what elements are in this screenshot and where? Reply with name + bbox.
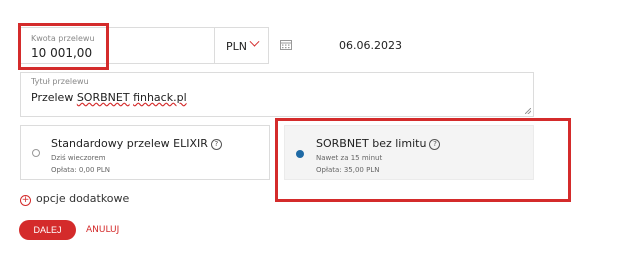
transfer-title-label: Tytuł przelewu — [31, 77, 89, 86]
option-elixir-fee: Opłata: 0,00 PLN — [51, 166, 111, 174]
title-word: Przelew — [31, 91, 74, 104]
currency-value: PLN — [226, 40, 247, 53]
transfer-title-input[interactable]: Przelew SORBNET finhack.pl — [31, 91, 187, 104]
transfer-date[interactable]: 06.06.2023 — [339, 39, 402, 52]
option-elixir-title: Standardowy przelew ELIXIR? — [51, 137, 222, 150]
help-icon[interactable]: ? — [429, 139, 441, 150]
option-elixir[interactable]: Standardowy przelew ELIXIR? Dziś wieczor… — [20, 125, 270, 180]
option-sorbnet-time: Nawet za 15 minut — [316, 154, 383, 162]
radio-elixir[interactable] — [32, 149, 40, 157]
chevron-down-icon — [249, 36, 260, 47]
additional-options-label: opcje dodatkowe — [36, 192, 130, 205]
option-sorbnet-fee: Opłata: 35,00 PLN — [316, 166, 380, 174]
amount-label: Kwota przelewu — [31, 34, 95, 43]
amount-field[interactable]: Kwota przelewu 10 001,00 — [20, 27, 214, 64]
amount-input[interactable]: 10 001,00 — [31, 46, 92, 60]
transfer-title-field[interactable]: Tytuł przelewu Przelew SORBNET finhack.p… — [20, 72, 534, 117]
option-sorbnet-title: SORBNET bez limitu? — [316, 137, 441, 150]
next-button[interactable]: DALEJ — [19, 220, 76, 240]
calendar-icon[interactable] — [280, 39, 292, 50]
help-icon[interactable]: ? — [210, 139, 222, 150]
resize-handle[interactable] — [525, 108, 531, 114]
option-sorbnet[interactable]: SORBNET bez limitu? Nawet za 15 minut Op… — [284, 125, 534, 180]
plus-circle-icon: + — [20, 195, 31, 206]
additional-options-link[interactable]: + opcje dodatkowe — [20, 192, 129, 206]
currency-select[interactable]: PLN — [214, 27, 269, 64]
cancel-link[interactable]: ANULUJ — [86, 225, 119, 235]
option-elixir-time: Dziś wieczorem — [51, 154, 106, 162]
title-word-misspelled: SORBNET — [76, 91, 130, 104]
radio-sorbnet[interactable] — [296, 150, 304, 158]
title-word-misspelled: finhack.pl — [133, 91, 187, 104]
